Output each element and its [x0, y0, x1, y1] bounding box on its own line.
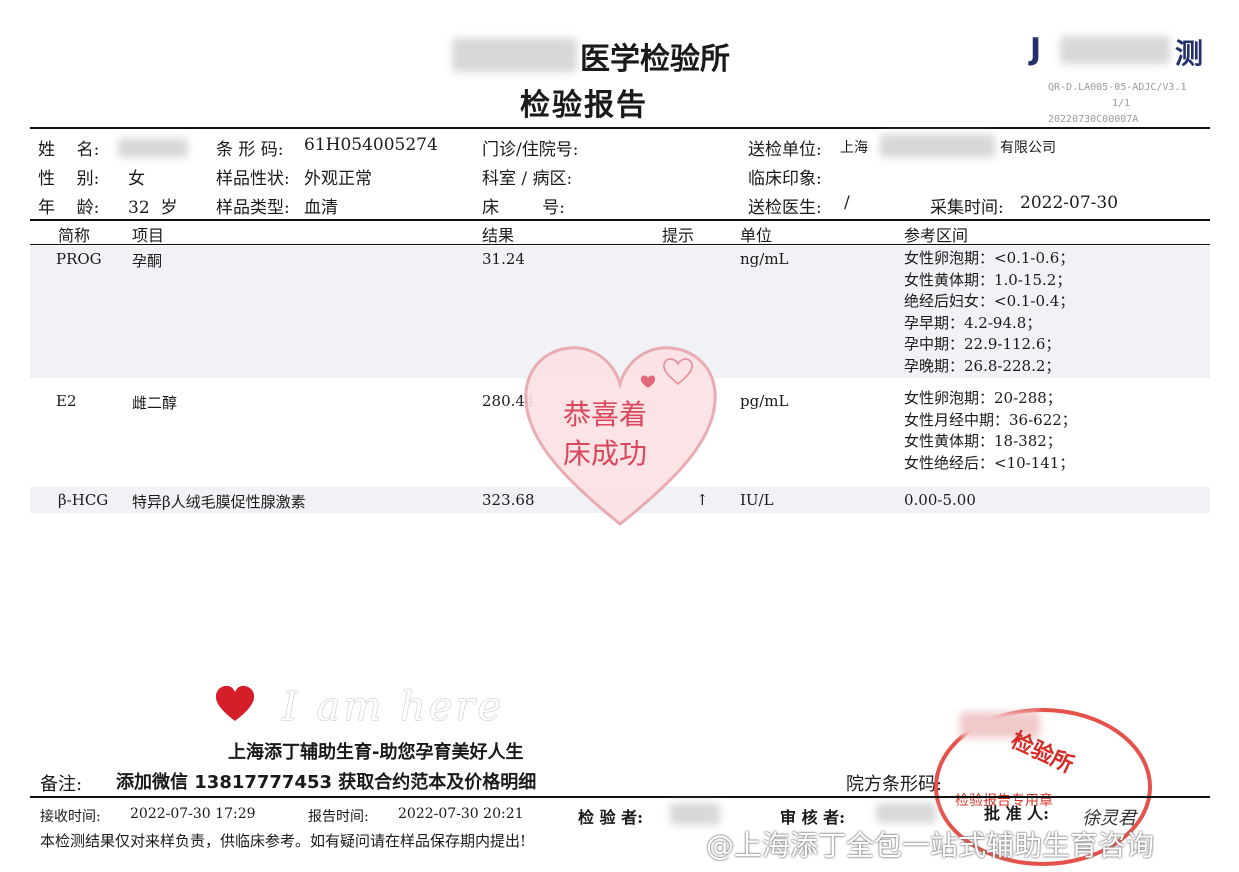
sample-state-value: 外观正常 — [304, 169, 372, 189]
barcode-label: 条 形 码: — [216, 140, 284, 160]
name-label: 姓 名: — [38, 140, 100, 160]
hospital-barcode-label: 院方条形码: — [846, 774, 943, 795]
row2-unit: pg/mL — [740, 392, 789, 410]
age-value: 32 岁 — [128, 198, 178, 218]
col-ref: 参考区间 — [904, 226, 969, 245]
red-heart-icon — [215, 685, 255, 721]
receive-time-value: 2022-07-30 17:29 — [130, 806, 256, 822]
row1-item: 孕酮 — [132, 252, 163, 270]
remark-label: 备注: — [40, 774, 83, 795]
row1-result: 31.24 — [482, 250, 525, 268]
top-rule — [30, 127, 1210, 129]
row3-item: 特异β人绒毛膜促性腺激素 — [132, 493, 306, 511]
redacted-tester — [670, 803, 720, 825]
col-abbr: 简称 — [58, 226, 91, 245]
watermark: @上海添丁全包一站式辅助生育咨询 — [706, 829, 1155, 862]
sample-type-value: 血清 — [304, 198, 338, 218]
redacted-lab-name — [452, 38, 577, 72]
send-unit-start: 上海 — [840, 140, 868, 156]
sticker-line2: 床成功 — [563, 437, 648, 470]
report-title: 检验报告 — [520, 88, 648, 123]
approver-label: 批 准 人: — [984, 804, 1050, 823]
age-label: 年 龄: — [38, 198, 100, 218]
gender-value: 女 — [128, 169, 145, 189]
col-result: 结果 — [482, 226, 515, 245]
col-item: 项目 — [132, 226, 165, 245]
info-rule — [30, 219, 1210, 221]
row3-abbr: β-HCG — [58, 491, 109, 509]
col-unit: 单位 — [740, 226, 773, 245]
department-label: 科室 / 病区: — [482, 169, 573, 189]
promo-line2: 添加微信 13817777453 获取合约范本及价格明细 — [116, 772, 537, 793]
row3-unit: IU/L — [740, 491, 774, 509]
redacted-send-unit — [880, 134, 995, 158]
redacted-logo — [1060, 36, 1170, 64]
report-time-value: 2022-07-30 20:21 — [398, 806, 524, 822]
footer-rule — [30, 796, 1210, 798]
doctor-label: 送检医生: — [748, 198, 822, 218]
header-rule — [30, 244, 1210, 245]
receive-time-label: 接收时间: — [40, 809, 101, 825]
row2-reference: 女性卵泡期：20-288； 女性月经中期：36-622； 女性黄体期：18-38… — [904, 389, 1077, 472]
tester-label: 检 验 者: — [578, 808, 644, 827]
redacted-name — [118, 138, 188, 158]
bed-label: 床 号: — [482, 198, 565, 218]
promo-line1: 上海添丁辅助生育-助您孕育美好人生 — [228, 742, 524, 763]
row3-reference: 0.00-5.00 — [904, 491, 976, 509]
clinical-impression-label: 临床印象: — [748, 169, 822, 189]
send-unit-end: 有限公司 — [1000, 140, 1056, 156]
logo-end: 测 — [1175, 37, 1204, 70]
row1-abbr: PROG — [56, 250, 102, 268]
gender-label: 性 别: — [38, 169, 100, 189]
send-unit-label: 送检单位: — [748, 140, 822, 160]
row2-abbr: E2 — [56, 392, 77, 410]
page-number: 1/1 — [1112, 98, 1131, 109]
doctor-value: / — [844, 193, 850, 213]
report-time-label: 报告时间: — [308, 809, 369, 825]
sample-type-label: 样品类型: — [216, 198, 290, 218]
row1-unit: ng/mL — [740, 250, 789, 268]
col-hint: 提示 — [662, 226, 695, 245]
serial-number: 20220730C00007A — [1048, 114, 1139, 125]
doc-code: QR-D.LA005-05-ADJC/V3.1 — [1048, 82, 1187, 93]
lab-title: 医学检验所 — [580, 42, 730, 77]
disclaimer: 本检测结果仅对来样负责，供临床参考。如有疑问请在样品保存期内提出! — [40, 832, 527, 850]
redacted-reviewer — [876, 803, 936, 823]
sticker-line1: 恭喜着 — [563, 398, 648, 431]
company-logo: J — [1030, 32, 1041, 67]
sample-state-label: 样品性状: — [216, 169, 290, 189]
logo-start: J — [1030, 32, 1042, 67]
collect-time-value: 2022-07-30 — [1020, 193, 1119, 213]
row2-item: 雌二醇 — [132, 394, 178, 412]
promo-script: I am here — [282, 684, 505, 730]
row1-reference: 女性卵泡期：<0.1-0.6； 女性黄体期：1.0-15.2； 绝经后妇女：<0… — [904, 249, 1075, 375]
collect-time-label: 采集时间: — [930, 198, 1004, 218]
barcode-value: 61H054005274 — [304, 135, 438, 155]
clinic-number-label: 门诊/住院号: — [482, 140, 579, 160]
